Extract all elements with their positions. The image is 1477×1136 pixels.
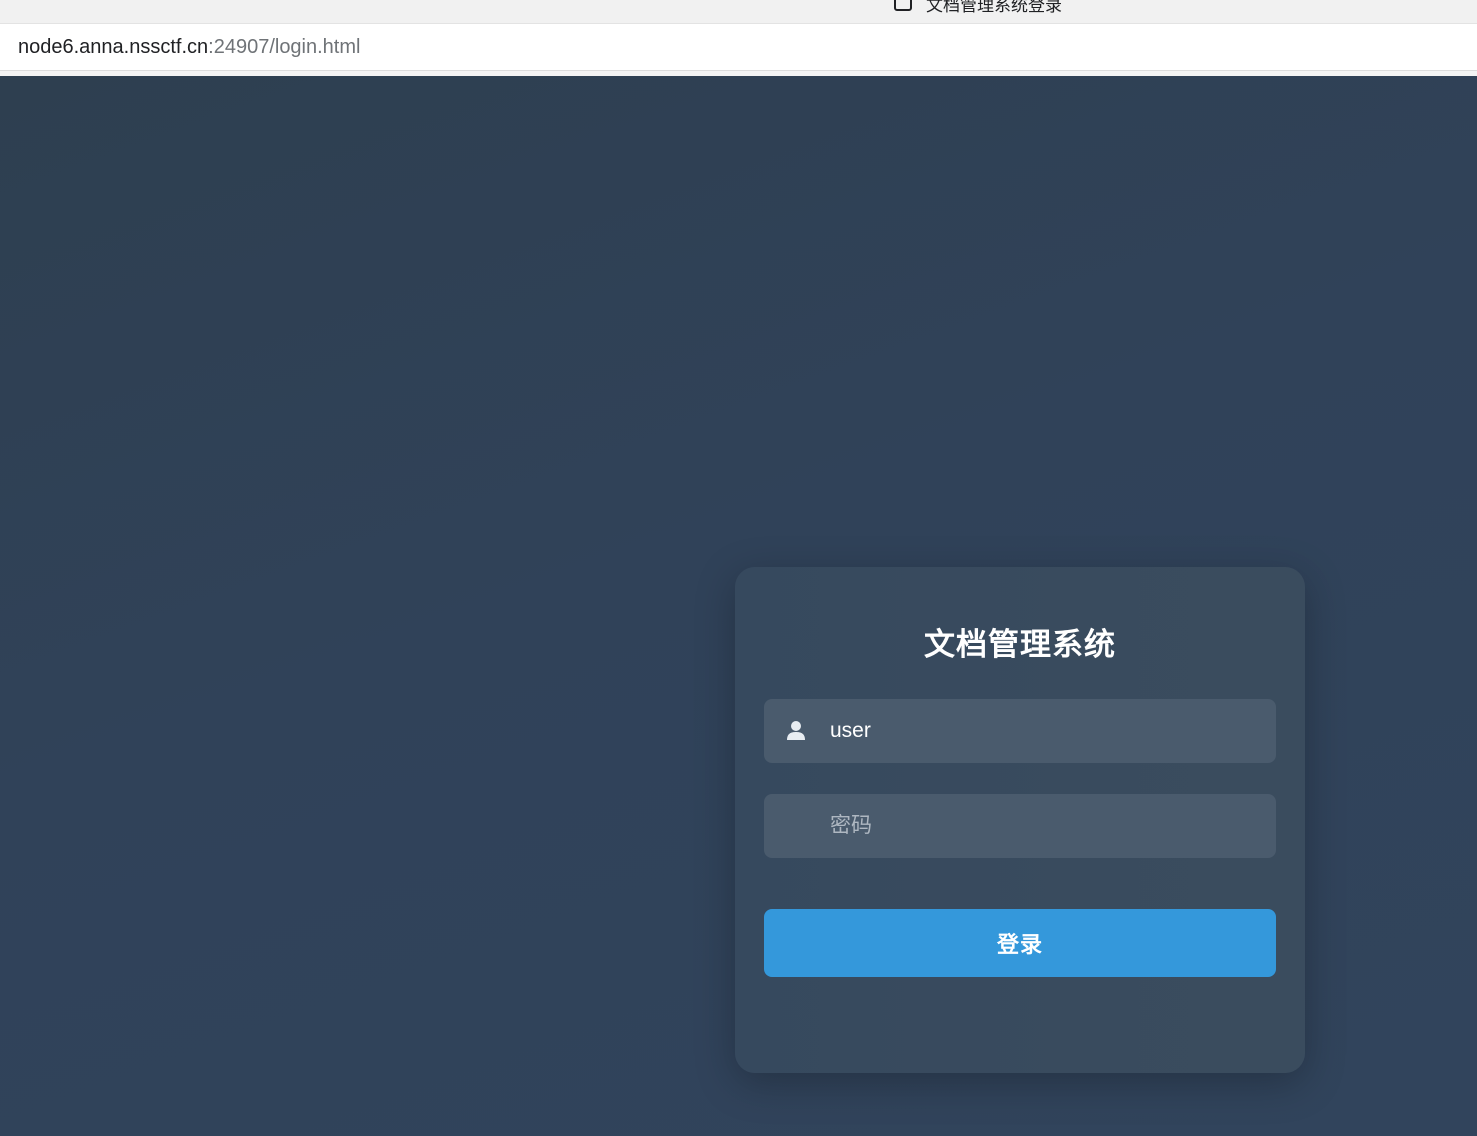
address-bar[interactable]: node6.anna.nssctf.cn:24907/login.html (0, 24, 1477, 71)
url-host: node6.anna.nssctf.cn (18, 36, 209, 58)
url-path: :24907/login.html (208, 36, 361, 58)
login-card: 文档管理系统 登录 (735, 567, 1305, 1073)
username-input[interactable] (830, 699, 1260, 763)
page-viewport: 文档管理系统 登录 (0, 76, 1477, 1136)
username-field[interactable] (764, 699, 1276, 763)
login-button[interactable]: 登录 (764, 909, 1276, 977)
user-icon (787, 721, 805, 740)
url-text[interactable]: node6.anna.nssctf.cn:24907/login.html (18, 36, 360, 59)
password-field[interactable] (764, 794, 1276, 858)
tab-title: 文档管理系统登录 (926, 0, 1062, 15)
browser-tab[interactable]: 文档管理系统登录 (894, 0, 1062, 15)
password-input[interactable] (830, 794, 1260, 858)
page-icon (894, 0, 912, 11)
browser-tabstrip: 文档管理系统登录 (0, 0, 1477, 24)
login-title: 文档管理系统 (924, 627, 1116, 662)
